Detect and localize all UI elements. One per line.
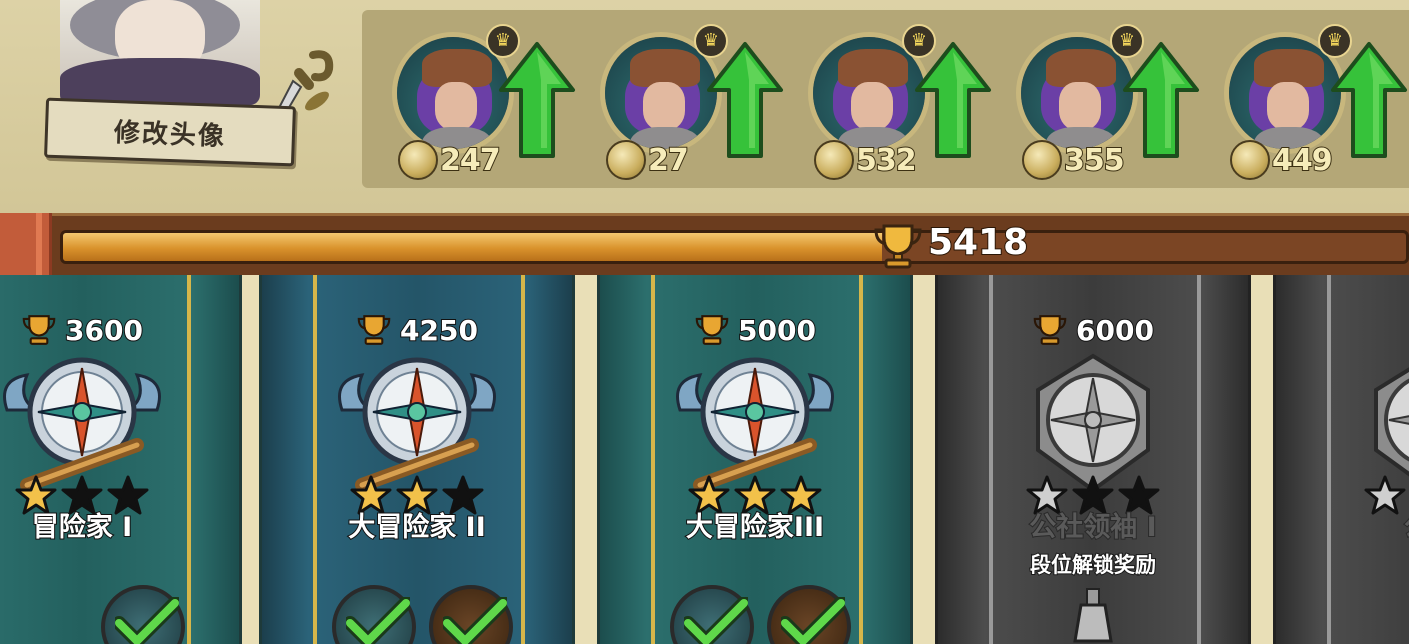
rank-name: 公社 (1276, 505, 1409, 544)
coin-value: 532 (855, 142, 918, 179)
coin-cost: 449 (1230, 138, 1334, 182)
reward-item[interactable] (101, 585, 185, 644)
upgrade-arrow-icon (1331, 42, 1407, 158)
rank-track: 3600 冒险家 I 4250 大冒险家 II 5000 大冒险家III 6000 公社领袖 … (0, 275, 1409, 644)
hero-slot[interactable]: ♛ 532 (788, 10, 991, 188)
rank-name: 大冒险家 II (347, 511, 487, 544)
reward-item[interactable] (429, 585, 514, 644)
reward-item[interactable] (767, 585, 852, 644)
progress-bar (60, 230, 1409, 264)
coin-icon (814, 140, 854, 180)
trophy-count: 5418 (927, 221, 1029, 264)
upgrade-arrow-icon (1123, 42, 1199, 158)
rank-cost: 5000 (600, 313, 910, 348)
coin-cost: 532 (814, 138, 918, 182)
rank-cost: 6000 (938, 313, 1248, 348)
rank-card[interactable]: 公社段位 (1273, 275, 1409, 644)
reward-item[interactable] (669, 585, 754, 644)
check-icon (781, 597, 846, 644)
upgrade-arrow-icon (499, 42, 575, 158)
coin-value: 355 (1063, 142, 1126, 179)
upgrade-arrow-icon (915, 42, 991, 158)
hero-slot[interactable]: ♛ 27 (580, 10, 783, 188)
rank-cost: 3600 (0, 313, 239, 348)
hero-slot[interactable]: ♛ 247 (372, 10, 575, 188)
rank-name: 冒险家 I (31, 511, 133, 544)
edit-avatar-button[interactable]: 修改头像 (44, 97, 296, 167)
game-screen: { "profile": { "edit_avatar_label": "修改头… (0, 0, 1409, 644)
trophy-icon (1033, 315, 1067, 345)
trophy-icon (22, 315, 56, 345)
rank-cost-value: 3600 (64, 313, 144, 348)
rank-card[interactable]: 5000 大冒险家III (597, 275, 913, 644)
player-avatar[interactable] (60, 0, 260, 105)
trophy-progress: 5418 (52, 213, 1409, 275)
rank-card[interactable]: 3600 冒险家 I (0, 275, 242, 644)
trophy-icon (874, 224, 922, 269)
rank-name: 公社领袖 I (1028, 511, 1157, 544)
rank-name: 大冒险家III (685, 511, 825, 544)
hero-row: ♛ 247 ♛ 27 ♛ 532 ♛ 355 ♛ 449 (362, 10, 1409, 188)
check-icon (345, 597, 410, 644)
coin-icon (398, 140, 438, 180)
coin-cost: 27 (606, 138, 690, 182)
upgrade-arrow-icon (707, 42, 783, 158)
check-icon (115, 597, 179, 644)
check-icon (443, 597, 508, 644)
hero-slot[interactable]: ♛ 355 (996, 10, 1199, 188)
unlock-reward-label: 段位 (1276, 549, 1409, 579)
rank-cost (1276, 313, 1409, 347)
reward-item[interactable] (331, 585, 416, 644)
coin-value: 27 (647, 142, 690, 179)
rank-cost-value: 4250 (399, 313, 479, 348)
progress-fill (63, 233, 883, 261)
potion-icon (1073, 588, 1113, 643)
trophy-icon (357, 315, 391, 345)
coin-icon (606, 140, 646, 180)
coin-value: 449 (1271, 142, 1334, 179)
hero-slot[interactable]: ♛ 449 (1204, 10, 1407, 188)
coin-cost: 247 (398, 138, 502, 182)
rank-cost-value: 5000 (737, 313, 817, 348)
coin-icon (1230, 140, 1270, 180)
rank-cost-value: 6000 (1075, 313, 1155, 348)
check-icon (683, 597, 748, 644)
coin-icon (1022, 140, 1062, 180)
rank-card[interactable]: 6000 公社领袖 I 段位解锁奖励 (935, 275, 1251, 644)
trophy-icon (695, 315, 729, 345)
coin-value: 247 (439, 142, 502, 179)
coin-cost: 355 (1022, 138, 1126, 182)
rank-cost: 4250 (262, 313, 572, 348)
rank-card[interactable]: 4250 大冒险家 II (259, 275, 575, 644)
unlock-reward-label: 段位解锁奖励 (1029, 552, 1157, 578)
